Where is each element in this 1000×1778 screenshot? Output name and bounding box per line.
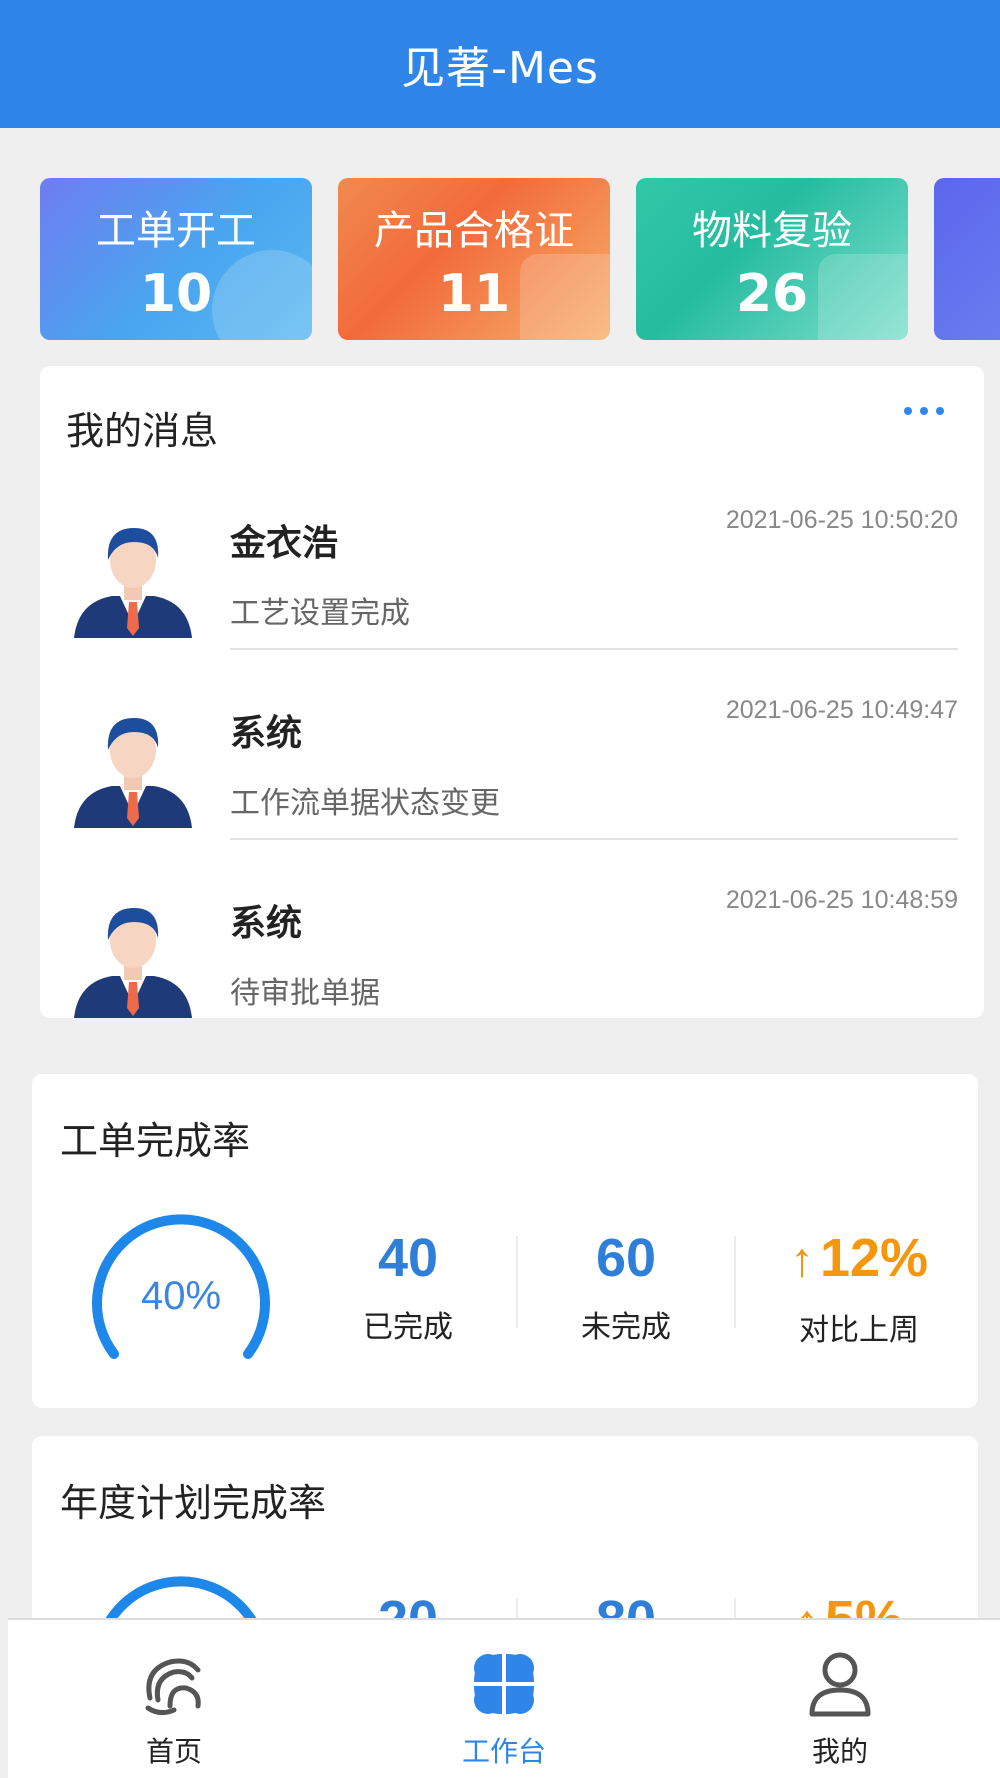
workbench-grid-icon: [474, 1654, 534, 1714]
trend-label: 对比上周: [799, 1313, 919, 1348]
message-item[interactable]: 系统 2021-06-25 10:48:59 待审批单据: [40, 856, 984, 1018]
home-logo-icon: [145, 1658, 201, 1716]
divider: [516, 1236, 518, 1328]
messages-title: 我的消息: [66, 409, 219, 453]
trend-percent: 12%: [819, 1228, 929, 1288]
message-content: 待审批单据: [230, 976, 380, 1011]
stat-card-label: 产品合格证: [374, 208, 574, 254]
arrow-up-icon: ↑: [789, 1234, 814, 1287]
completion-gauge: 40%: [86, 1204, 276, 1364]
avatar: [74, 718, 192, 828]
message-item[interactable]: 系统 2021-06-25 10:49:47 工作流单据状态变更: [40, 666, 984, 856]
app-title: 见著-Mes: [401, 43, 599, 94]
completed-count: 40: [377, 1228, 439, 1288]
nav-item-profile[interactable]: 我的: [740, 1620, 940, 1778]
message-content: 工作流单据状态变更: [230, 786, 500, 821]
completed-label: 已完成: [363, 1310, 453, 1345]
nav-label: 我的: [811, 1735, 868, 1768]
stat-card-value: 26: [735, 264, 809, 324]
message-sender: 系统: [230, 713, 303, 754]
trend-value: ↑ 12%: [744, 1226, 974, 1293]
message-content: 工艺设置完成: [230, 596, 410, 631]
message-time: 2021-06-25 10:48:59: [725, 886, 958, 914]
work-order-rate-title: 工单完成率: [60, 1119, 251, 1163]
more-horizontal-icon[interactable]: [904, 404, 944, 418]
message-time: 2021-06-25 10:50:20: [725, 506, 958, 534]
nav-item-home[interactable]: 首页: [74, 1620, 274, 1778]
incomplete-label: 未完成: [581, 1310, 671, 1345]
stat-card-material-recheck[interactable]: 物料复验 26: [636, 178, 908, 340]
stat-card-value: 10: [139, 264, 213, 324]
incomplete-count: 60: [595, 1228, 657, 1288]
message-sender: 金衣浩: [230, 523, 339, 564]
avatar: [74, 528, 192, 638]
nav-label: 首页: [145, 1735, 202, 1768]
user-profile-icon: [809, 1652, 871, 1717]
work-order-rate-panel: 工单完成率 40% 40 已完成 60 未完成 ↑ 12% 对比上周: [32, 1074, 978, 1408]
message-item[interactable]: 金衣浩 2021-06-25 10:50:20 工艺设置完成: [40, 476, 984, 666]
bottom-nav: 首页 工作台 我的: [8, 1618, 1000, 1778]
divider: [734, 1236, 736, 1328]
annual-plan-rate-panel: 年度计划完成率 20 80 ↑ 5%: [32, 1436, 978, 1636]
stat-card-label: 物料复验: [692, 208, 852, 254]
nav-label: 工作台: [461, 1735, 546, 1768]
divider: [230, 838, 958, 840]
app-header: 见著-Mes: [0, 0, 1000, 128]
nav-item-workbench[interactable]: 工作台: [404, 1620, 604, 1778]
stat-card-product-certificate[interactable]: 产品合格证 11: [338, 178, 610, 340]
trend-stat: ↑ 12% 对比上周: [744, 1226, 974, 1349]
stat-card-value: 11: [437, 264, 511, 324]
divider: [230, 648, 958, 650]
stat-card-next-partial[interactable]: [934, 178, 1000, 340]
incomplete-stat: 60 未完成: [526, 1226, 726, 1346]
stat-card-strip[interactable]: 工单开工 10 产品合格证 11 物料复验 26: [0, 178, 1000, 340]
messages-panel: 我的消息 金衣浩 2021-06-25 10:50:20 工艺设置完成 系统 2…: [40, 366, 984, 1018]
gauge-percent: 40%: [140, 1274, 222, 1318]
message-sender: 系统: [230, 903, 303, 944]
stat-card-work-order-start[interactable]: 工单开工 10: [40, 178, 312, 340]
avatar: [74, 908, 192, 1018]
stat-card-label: 工单开工: [96, 208, 256, 254]
completed-stat: 40 已完成: [308, 1226, 508, 1346]
message-time: 2021-06-25 10:49:47: [725, 696, 958, 724]
annual-plan-rate-title: 年度计划完成率: [60, 1481, 327, 1525]
